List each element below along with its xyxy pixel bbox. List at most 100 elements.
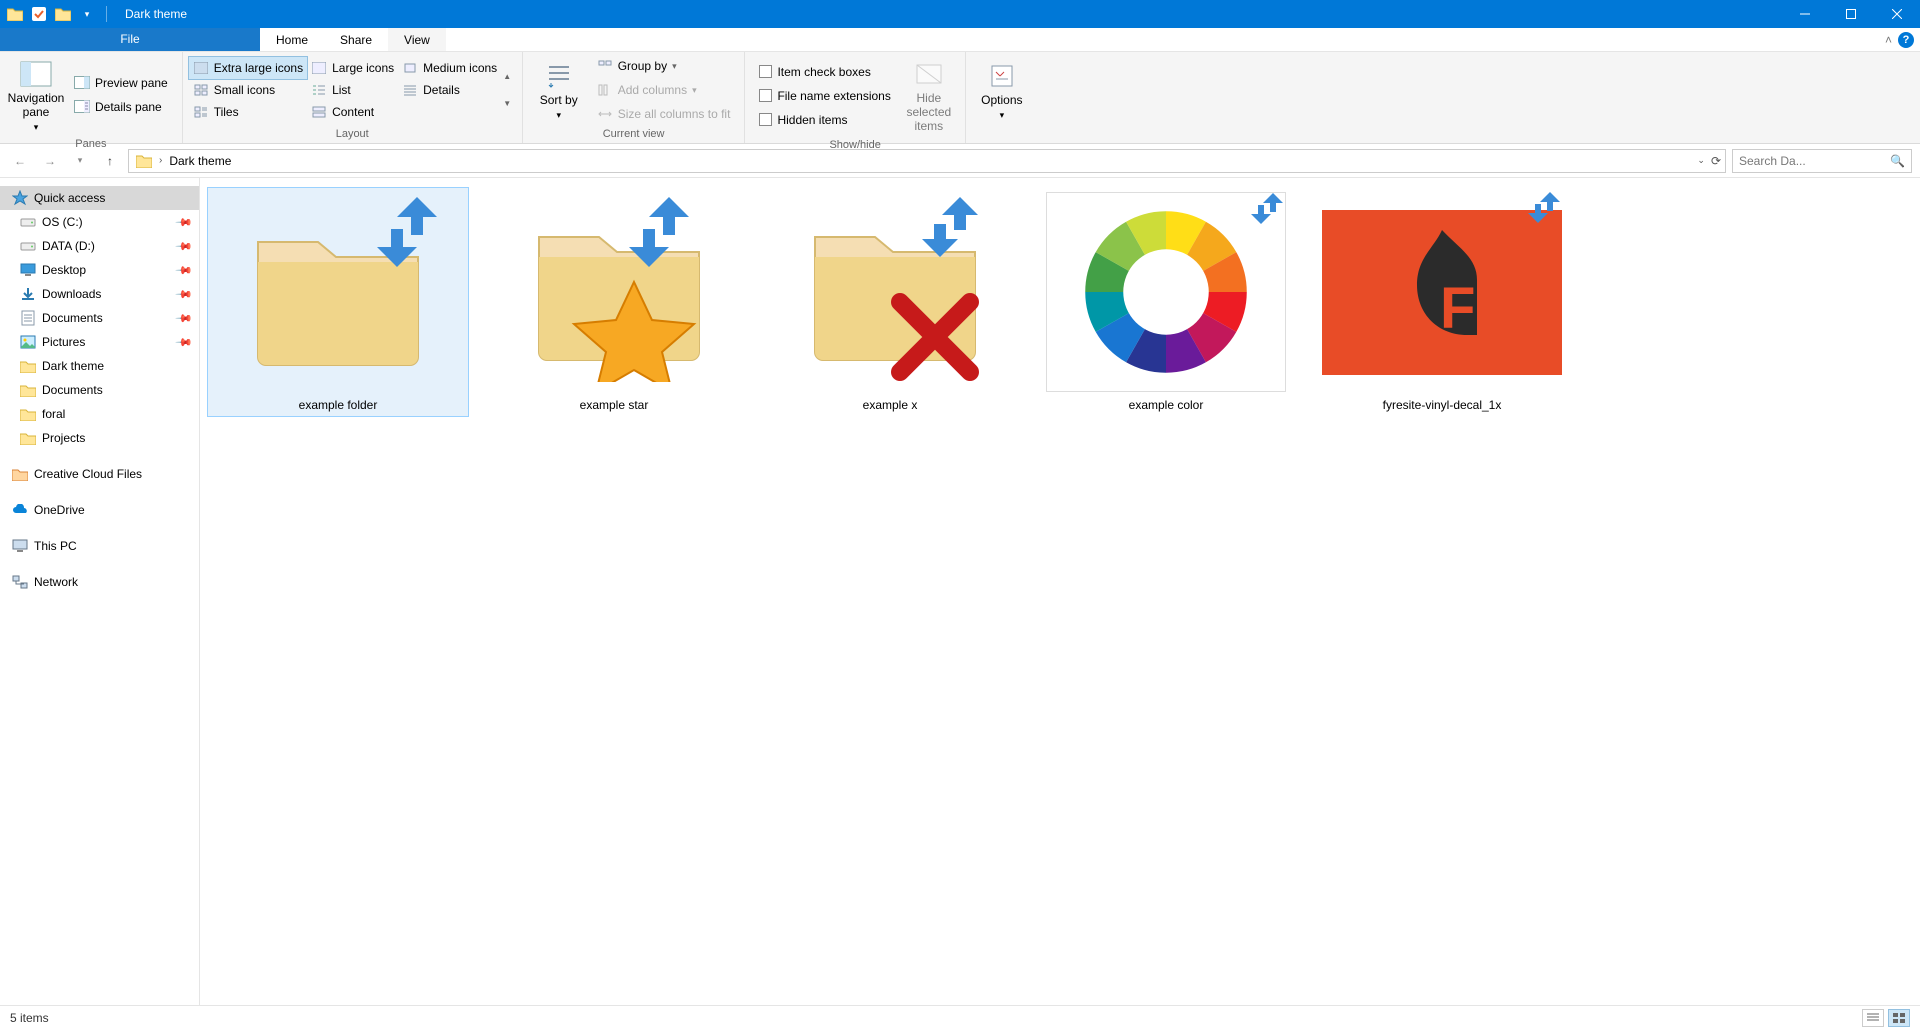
breadcrumb-root[interactable] <box>133 154 155 168</box>
sidebar-item-documents[interactable]: Documents📌 <box>0 306 199 330</box>
sidebar-this-pc[interactable]: This PC <box>0 534 199 558</box>
window-title: Dark theme <box>117 7 187 21</box>
layout-list[interactable]: List <box>307 79 398 101</box>
pin-icon: 📌 <box>175 309 194 328</box>
folder-icon <box>218 192 458 392</box>
sidebar-item-data-d[interactable]: DATA (D:)📌 <box>0 234 199 258</box>
file-list[interactable]: example folder example star exam <box>200 178 1920 1005</box>
recent-locations-button[interactable]: ▾ <box>68 149 92 173</box>
size-columns-button[interactable]: Size all columns to fit <box>593 103 735 125</box>
breadcrumb-current[interactable]: Dark theme <box>166 154 234 168</box>
up-button[interactable]: ↑ <box>98 149 122 173</box>
layout-medium-icons[interactable]: Medium icons <box>398 57 501 79</box>
sidebar-quick-access[interactable]: Quick access <box>0 186 199 210</box>
checkbox-icon <box>759 89 772 102</box>
folder-icon <box>6 5 24 23</box>
drive-icon <box>20 238 36 254</box>
options-button[interactable]: Options▾ <box>972 54 1032 126</box>
sidebar-item-pictures[interactable]: Pictures📌 <box>0 330 199 354</box>
layout-large-icons[interactable]: Large icons <box>307 57 398 79</box>
file-item-example-folder[interactable]: example folder <box>208 188 468 416</box>
group-by-icon <box>597 58 613 74</box>
hidden-items-toggle[interactable]: Hidden items <box>755 109 894 131</box>
group-options-label <box>972 126 1032 143</box>
file-name-extensions-toggle[interactable]: File name extensions <box>755 85 894 107</box>
folder-icon <box>20 406 36 422</box>
details-icon <box>402 82 418 98</box>
sidebar-item-dark-theme[interactable]: Dark theme <box>0 354 199 378</box>
details-pane-button[interactable]: Details pane <box>70 96 172 118</box>
compressed-overlay-icon <box>614 192 704 272</box>
sidebar-item-desktop[interactable]: Desktop📌 <box>0 258 199 282</box>
details-pane-icon <box>74 99 90 115</box>
medium-icons-icon <box>402 60 418 76</box>
forward-button[interactable]: → <box>38 149 62 173</box>
tab-share[interactable]: Share <box>324 28 388 51</box>
group-layout-label: Layout <box>189 126 516 143</box>
folder-icon <box>20 430 36 446</box>
file-item-example-color[interactable]: example color <box>1036 188 1296 416</box>
minimize-button[interactable] <box>1782 0 1828 28</box>
qat-dropdown-icon[interactable]: ▾ <box>78 5 96 23</box>
file-item-example-x[interactable]: example x <box>760 188 1020 416</box>
search-icon: 🔍 <box>1890 154 1905 168</box>
preview-pane-button[interactable]: Preview pane <box>70 72 172 94</box>
sidebar-item-documents-2[interactable]: Documents <box>0 378 199 402</box>
sidebar-item-foral[interactable]: foral <box>0 402 199 426</box>
address-dropdown-icon[interactable]: ⌄ <box>1697 155 1705 166</box>
sidebar-creative-cloud[interactable]: Creative Cloud Files <box>0 462 199 486</box>
add-columns-icon <box>597 82 613 98</box>
hide-selected-icon <box>913 58 945 90</box>
tab-home[interactable]: Home <box>260 28 324 51</box>
size-columns-icon <box>597 106 613 122</box>
maximize-button[interactable] <box>1828 0 1874 28</box>
checkbox-icon <box>759 65 772 78</box>
back-button[interactable]: ← <box>8 149 32 173</box>
sort-icon <box>543 60 575 92</box>
layout-tiles[interactable]: Tiles <box>189 101 307 123</box>
file-name: example x <box>863 398 918 412</box>
downloads-icon <box>20 286 36 302</box>
sidebar-item-downloads[interactable]: Downloads📌 <box>0 282 199 306</box>
layout-extra-large-icons[interactable]: Extra large icons <box>189 57 307 79</box>
layout-details[interactable]: Details <box>398 79 501 101</box>
close-button[interactable] <box>1874 0 1920 28</box>
icons-view-toggle[interactable] <box>1888 1009 1910 1027</box>
file-name: example star <box>580 398 649 412</box>
search-input[interactable]: Search Da... 🔍 <box>1732 149 1912 173</box>
group-by-button[interactable]: Group by ▾ <box>593 55 735 77</box>
tab-file[interactable]: File <box>0 28 260 51</box>
hide-selected-items-button[interactable]: Hide selected items <box>899 54 959 137</box>
new-folder-icon[interactable] <box>54 5 72 23</box>
chevron-right-icon[interactable]: › <box>157 155 164 166</box>
layout-spinner[interactable]: ▲▼ <box>501 72 513 108</box>
collapse-ribbon-icon[interactable]: ˄ <box>1885 33 1892 47</box>
breadcrumb[interactable]: › Dark theme ⌄ ⟳ <box>128 149 1726 173</box>
refresh-button[interactable]: ⟳ <box>1711 154 1721 168</box>
file-item-fyresite[interactable]: F fyresite-vinyl-decal_1x <box>1312 188 1572 416</box>
help-icon[interactable]: ? <box>1898 32 1914 48</box>
sort-by-button[interactable]: Sort by▾ <box>529 54 589 126</box>
file-name: example folder <box>299 398 378 412</box>
layout-small-icons[interactable]: Small icons <box>189 79 307 101</box>
item-check-boxes-toggle[interactable]: Item check boxes <box>755 61 894 83</box>
sidebar-item-projects[interactable]: Projects <box>0 426 199 450</box>
onedrive-icon <box>12 502 28 518</box>
add-columns-button[interactable]: Add columns ▾ <box>593 79 735 101</box>
ribbon-tabs: File Home Share View ˄ ? <box>0 28 1920 52</box>
tab-view[interactable]: View <box>388 28 446 51</box>
pictures-icon <box>20 334 36 350</box>
details-view-toggle[interactable] <box>1862 1009 1884 1027</box>
sidebar-onedrive[interactable]: OneDrive <box>0 498 199 522</box>
properties-icon[interactable] <box>30 5 48 23</box>
sidebar-item-os-c[interactable]: OS (C:)📌 <box>0 210 199 234</box>
pin-icon: 📌 <box>175 261 194 280</box>
navigation-pane-button[interactable]: Navigation pane▾ <box>6 54 66 136</box>
desktop-icon <box>20 262 36 278</box>
sidebar-network[interactable]: Network <box>0 570 199 594</box>
file-item-example-star[interactable]: example star <box>484 188 744 416</box>
tiles-icon <box>193 104 209 120</box>
layout-content[interactable]: Content <box>307 101 398 123</box>
quick-access-icon <box>12 190 28 206</box>
compressed-overlay-icon <box>1524 190 1564 225</box>
